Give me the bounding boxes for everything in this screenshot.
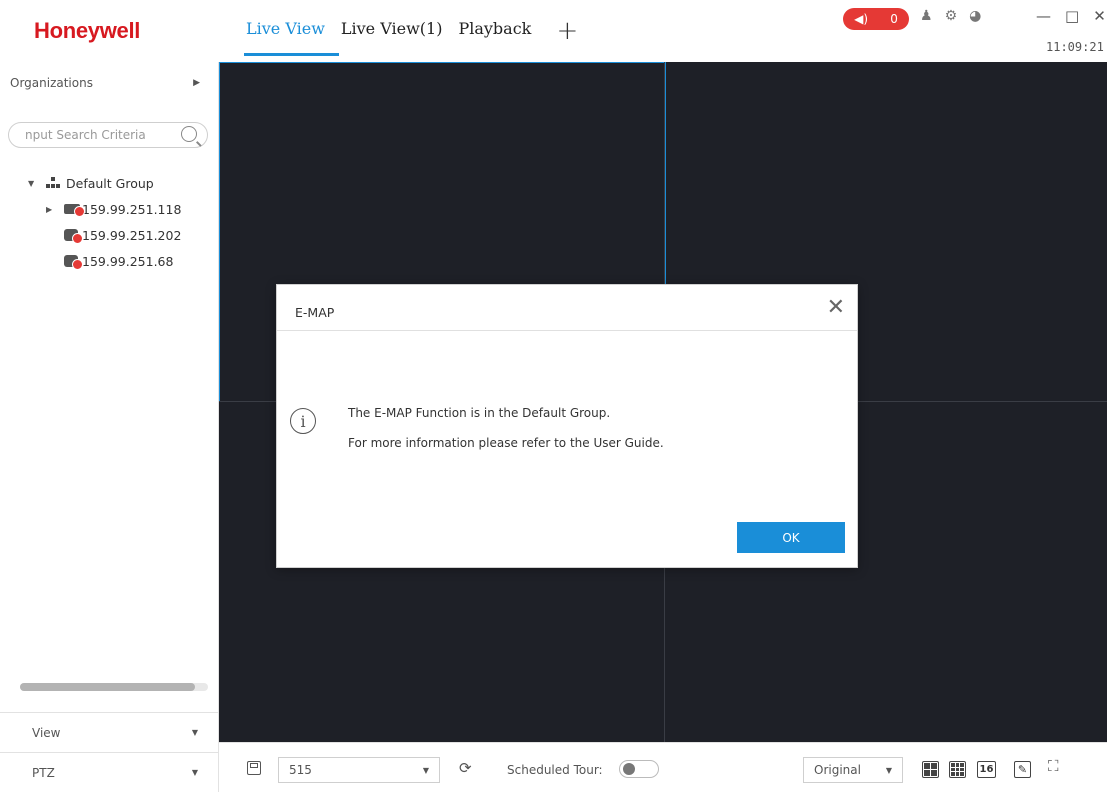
layout-4-icon[interactable] bbox=[922, 761, 939, 778]
search-icon[interactable] bbox=[181, 126, 197, 142]
user-icon[interactable]: ♟ bbox=[920, 8, 933, 24]
close-icon[interactable]: ✕ bbox=[1093, 7, 1106, 25]
scheduled-tour-toggle[interactable] bbox=[619, 760, 659, 778]
tab-live-view[interactable]: Live View bbox=[238, 0, 339, 59]
layout-9-icon[interactable] bbox=[949, 761, 966, 778]
ok-button[interactable]: OK bbox=[737, 522, 845, 553]
camera-offline-icon bbox=[64, 229, 83, 244]
view-panel-toggle[interactable]: View ▼ bbox=[0, 712, 218, 752]
ptz-panel-toggle[interactable]: PTZ ▼ bbox=[0, 752, 218, 792]
divider bbox=[277, 330, 857, 331]
horizontal-scrollbar[interactable] bbox=[20, 683, 208, 691]
tab-playback[interactable]: Playback bbox=[450, 0, 539, 59]
speaker-icon: ◀) bbox=[854, 12, 869, 26]
tree-device[interactable]: 159.99.251.202 bbox=[28, 222, 181, 248]
fullscreen-icon[interactable]: ⛶ bbox=[1048, 757, 1059, 775]
tab-live-view-1[interactable]: Live View(1) bbox=[333, 0, 451, 59]
emap-dialog: E-MAP ✕ i The E-MAP Function is in the D… bbox=[276, 284, 858, 568]
performance-icon[interactable]: ◕ bbox=[969, 8, 981, 24]
scheduled-tour-label: Scheduled Tour: bbox=[507, 763, 603, 777]
app-header: Honeywell Live View Live View(1) Playbac… bbox=[0, 0, 1107, 63]
refresh-icon[interactable]: ⟳ bbox=[459, 759, 472, 777]
device-tree: ▼ Default Group ▶ 159.99.251.118 159.99.… bbox=[28, 170, 181, 274]
alarm-count: 0 bbox=[890, 12, 898, 26]
brand-logo: Honeywell bbox=[34, 18, 141, 43]
device-label: 159.99.251.202 bbox=[82, 227, 182, 243]
caret-down-icon[interactable]: ▼ bbox=[28, 179, 46, 188]
view-select-value: 515 bbox=[289, 763, 312, 777]
custom-layout-icon[interactable]: ✎ bbox=[1014, 761, 1031, 778]
caret-down-icon: ▼ bbox=[191, 768, 198, 777]
scrollbar-thumb[interactable] bbox=[20, 683, 195, 691]
caret-right-icon[interactable]: ▶ bbox=[46, 205, 64, 214]
nvr-offline-icon bbox=[64, 204, 85, 217]
minimize-icon[interactable]: — bbox=[1036, 7, 1051, 25]
save-view-icon[interactable] bbox=[247, 761, 261, 775]
chevron-down-icon: ▼ bbox=[422, 765, 429, 775]
bottom-toolbar: 515 ▼ ⟳ Scheduled Tour: Original ▼ 16 ✎ … bbox=[219, 742, 1107, 793]
organizations-label: Organizations bbox=[10, 76, 93, 90]
maximize-icon[interactable]: □ bbox=[1065, 7, 1079, 25]
stream-select-value: Original bbox=[814, 763, 861, 777]
add-tab-button[interactable]: + bbox=[547, 0, 587, 62]
device-label: 159.99.251.118 bbox=[82, 201, 182, 217]
view-select[interactable]: 515 ▼ bbox=[278, 757, 440, 783]
info-icon: i bbox=[290, 408, 316, 434]
camera-offline-icon bbox=[64, 255, 83, 270]
layout-16-button[interactable]: 16 bbox=[977, 761, 996, 778]
chevron-down-icon: ▼ bbox=[885, 765, 892, 775]
close-icon[interactable]: ✕ bbox=[827, 295, 845, 320]
dialog-message-secondary: For more information please refer to the… bbox=[348, 436, 664, 450]
device-label: 159.99.251.68 bbox=[82, 253, 174, 269]
group-icon bbox=[46, 177, 60, 189]
alarm-badge[interactable]: ◀) 0 bbox=[843, 8, 909, 30]
group-label: Default Group bbox=[66, 175, 154, 191]
tab-bar: Live View Live View(1) Playback + bbox=[238, 0, 587, 62]
gear-icon[interactable]: ⚙ bbox=[945, 8, 958, 24]
stream-select[interactable]: Original ▼ bbox=[803, 757, 903, 783]
search-box bbox=[8, 122, 208, 148]
clock: 11:09:21 bbox=[1046, 40, 1104, 54]
search-input[interactable] bbox=[23, 127, 177, 143]
caret-right-icon: ▶ bbox=[193, 78, 200, 88]
dialog-message: The E-MAP Function is in the Default Gro… bbox=[348, 406, 611, 420]
toggle-knob bbox=[623, 763, 635, 775]
tree-group[interactable]: ▼ Default Group bbox=[28, 170, 181, 196]
view-label: View bbox=[32, 725, 61, 740]
window-controls: — □ ✕ bbox=[1036, 7, 1106, 25]
tree-device[interactable]: 159.99.251.68 bbox=[28, 248, 181, 274]
organizations-header[interactable]: Organizations ▶ bbox=[10, 76, 200, 90]
tree-device[interactable]: ▶ 159.99.251.118 bbox=[28, 196, 181, 222]
dialog-title: E-MAP bbox=[295, 305, 335, 320]
caret-down-icon: ▼ bbox=[191, 728, 198, 737]
sidebar: Organizations ▶ ▼ Default Group ▶ 159.99… bbox=[0, 62, 219, 792]
ptz-label: PTZ bbox=[32, 765, 55, 780]
header-icons: ♟ ⚙ ◕ bbox=[920, 8, 981, 24]
